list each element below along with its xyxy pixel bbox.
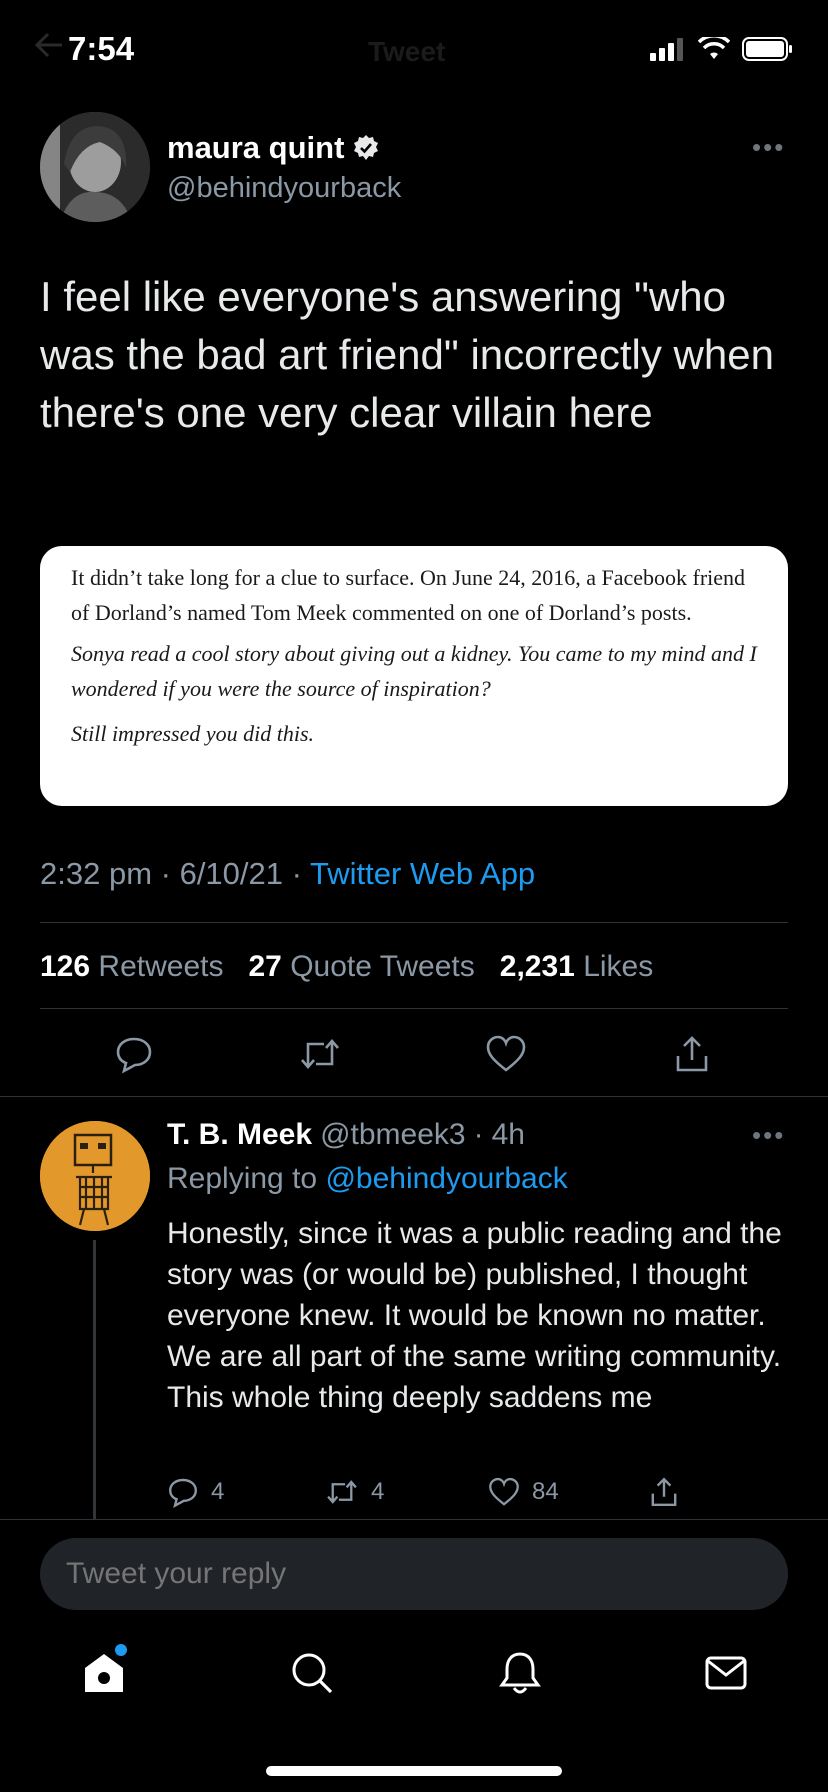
tweet-text: I feel like everyone's answering "who wa… <box>40 273 774 436</box>
home-icon <box>85 1654 123 1692</box>
share-icon <box>676 1036 708 1072</box>
reply-button[interactable] <box>106 1026 162 1082</box>
author-name-row[interactable]: maura quint <box>167 130 380 166</box>
like-button[interactable] <box>478 1026 534 1082</box>
signal-icon <box>650 38 683 61</box>
home-notification-dot <box>115 1644 127 1656</box>
search-icon <box>292 1653 333 1694</box>
thread-line <box>93 1240 96 1520</box>
status-time: 7:54 <box>68 30 135 67</box>
retweets-stat[interactable]: 126 Retweets <box>40 950 223 983</box>
reply-icon <box>168 1478 198 1508</box>
retweet-button[interactable] <box>292 1026 348 1082</box>
mail-icon <box>705 1656 747 1690</box>
avatar-photo-icon <box>40 112 150 222</box>
tweet-image[interactable]: It didn’t take long for a clue to surfac… <box>40 546 788 806</box>
likes-stat[interactable]: 2,231 Likes <box>500 950 653 983</box>
replying-to-label: Replying to <box>167 1162 318 1195</box>
share-icon <box>651 1477 677 1506</box>
retweet-icon <box>301 1039 339 1069</box>
replying-to-line: Replying to @behindyourback <box>167 1162 568 1196</box>
reply-reply-button[interactable]: 4 <box>167 1476 224 1508</box>
tweet-time: 2:32 pm <box>40 856 153 891</box>
share-button[interactable] <box>664 1026 720 1082</box>
reply-author-handle[interactable]: @tbmeek3 <box>320 1118 466 1152</box>
reply-separator: · <box>473 1118 484 1151</box>
reply-like-button[interactable]: 84 <box>488 1476 559 1508</box>
heart-icon <box>486 1035 526 1072</box>
divider <box>0 1519 828 1520</box>
author-avatar[interactable] <box>40 112 150 222</box>
wifi-icon <box>698 37 730 59</box>
bell-icon <box>499 1652 541 1694</box>
tweet-date: 6/10/21 <box>179 856 284 891</box>
meta-separator: · <box>160 856 180 891</box>
reply-icon <box>116 1037 152 1074</box>
back-button[interactable] <box>34 32 64 66</box>
quotes-stat[interactable]: 27 Quote Tweets <box>248 950 474 983</box>
reply-likes-count: 84 <box>532 1478 559 1505</box>
reply-retweet-button[interactable]: 4 <box>325 1476 384 1508</box>
reply-author-name[interactable]: T. B. Meek <box>167 1118 312 1152</box>
status-icons <box>650 36 794 62</box>
retweet-icon <box>327 1480 357 1504</box>
heart-icon <box>489 1477 519 1506</box>
replying-to-link[interactable]: @behindyourback <box>325 1162 567 1195</box>
avatar-drawing-icon <box>40 1121 150 1231</box>
tweet-stats: 126 Retweets 27 Quote Tweets 2,231 Likes <box>40 950 653 984</box>
image-paragraph-2: Sonya read a cool story about giving out… <box>71 641 757 701</box>
divider <box>40 1008 788 1009</box>
meta-separator: · <box>291 856 311 891</box>
battery-icon <box>742 37 792 61</box>
image-paragraph-3: Still impressed you did this. <box>71 721 315 746</box>
reply-replies-count: 4 <box>211 1478 225 1505</box>
author-handle[interactable]: @behindyourback <box>167 172 401 205</box>
more-options-icon[interactable]: ••• <box>752 132 785 163</box>
tab-messages[interactable] <box>696 1643 756 1703</box>
source-app-link[interactable]: Twitter Web App <box>310 856 535 891</box>
author-name[interactable]: maura quint <box>167 130 344 166</box>
tab-search[interactable] <box>282 1643 342 1703</box>
arrow-left-icon <box>34 32 62 58</box>
reply-input[interactable] <box>40 1538 788 1610</box>
verified-badge-icon <box>354 135 379 160</box>
nav-title: Tweet <box>368 36 446 67</box>
reply-more-options-icon[interactable]: ••• <box>752 1120 785 1151</box>
divider <box>0 1096 828 1097</box>
image-paragraph-1: It didn’t take long for a clue to surfac… <box>71 565 746 625</box>
tab-notifications[interactable] <box>490 1643 550 1703</box>
divider <box>40 922 788 923</box>
home-indicator <box>266 1766 562 1776</box>
reply-share-button[interactable] <box>648 1476 680 1508</box>
reply-age: 4h <box>491 1118 525 1151</box>
tweet-metadata: 2:32 pm · 6/10/21 · Twitter Web App <box>40 856 535 892</box>
reply-retweets-count: 4 <box>371 1478 385 1505</box>
reply-author-avatar[interactable] <box>40 1121 150 1231</box>
reply-header: T. B. Meek @tbmeek3 · 4h <box>167 1118 525 1152</box>
reply-text: Honestly, since it was a public reading … <box>167 1217 782 1414</box>
